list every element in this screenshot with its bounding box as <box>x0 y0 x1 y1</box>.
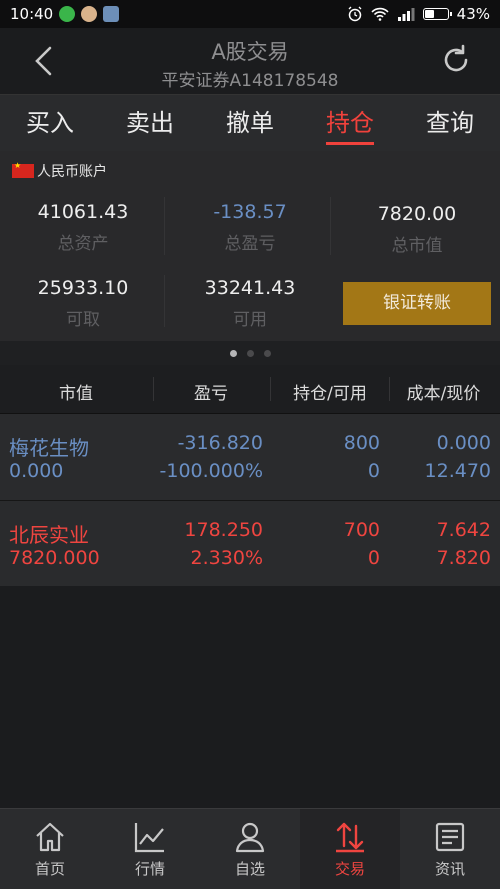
empty-area <box>0 586 500 808</box>
status-time: 10:40 <box>10 5 54 23</box>
header-cost-price: 成本/现价 <box>406 384 481 404</box>
stock-available: 0 <box>367 547 380 569</box>
currency-account-label: 人民币账户 <box>12 161 107 181</box>
account-id: 平安证券A148178548 <box>161 71 339 91</box>
header: A股交易 平安证券A148178548 <box>0 28 500 94</box>
total-pl: -138.57 总盈亏 <box>167 201 333 254</box>
home-icon <box>36 822 64 851</box>
wechat-notification-icon <box>59 6 76 22</box>
tab-buy[interactable]: 买入 <box>0 95 100 151</box>
signal-icon <box>397 8 415 21</box>
positions-table-header: 市值 盈亏 持仓/可用 成本/现价 <box>0 365 500 414</box>
withdrawable-label: 可取 <box>66 310 100 330</box>
account-summary: 人民币账户 41061.43 总资产 -138.57 总盈亏 7820.00 总… <box>0 151 500 341</box>
market-value-label: 总市值 <box>391 236 443 256</box>
divider <box>153 377 154 401</box>
bank-transfer-button[interactable]: 银证转账 <box>343 282 491 325</box>
stock-market-value: 7820.000 <box>9 547 100 569</box>
divider <box>330 197 331 255</box>
tab-positions[interactable]: 持仓 <box>300 95 400 151</box>
table-row[interactable]: 梅花生物 0.000 -316.820 -100.000% 800 0 0.00… <box>0 414 500 501</box>
stock-price: 12.470 <box>424 460 491 482</box>
nav-trade[interactable]: 交易 <box>300 809 400 889</box>
stock-pl: 178.250 <box>184 519 263 541</box>
stock-position: 800 <box>343 432 380 454</box>
stock-position: 700 <box>343 519 380 541</box>
nav-watchlist-label: 自选 <box>234 859 265 878</box>
nav-watchlist[interactable]: 自选 <box>200 809 300 889</box>
wifi-icon <box>371 7 389 21</box>
tab-query[interactable]: 查询 <box>400 95 500 151</box>
page-dot <box>246 349 254 357</box>
stock-market-value: 0.000 <box>9 460 64 482</box>
page-dot <box>263 349 271 357</box>
stock-cost: 7.642 <box>436 519 491 541</box>
total-assets-value: 41061.43 <box>37 201 129 223</box>
stock-cost: 0.000 <box>436 432 491 454</box>
divider <box>164 197 165 255</box>
available-value: 33241.43 <box>204 277 296 299</box>
stock-pl-percent: -100.000% <box>159 460 263 482</box>
stock-name: 北辰实业 <box>9 523 89 547</box>
bottom-nav: 首页 行情 自选 交易 资讯 <box>0 808 500 889</box>
market-value-value: 7820.00 <box>377 203 457 225</box>
nav-home-label: 首页 <box>34 859 65 878</box>
divider <box>270 377 271 401</box>
avatar-notification-icon <box>81 6 98 22</box>
stock-available: 0 <box>367 460 380 482</box>
divider <box>164 275 165 327</box>
total-assets: 41061.43 总资产 <box>0 201 166 254</box>
nav-news-label: 资讯 <box>434 859 465 878</box>
stock-name: 梅花生物 <box>9 436 89 460</box>
header-position-available: 持仓/可用 <box>293 384 367 404</box>
page-dot-active <box>229 349 237 357</box>
stock-price: 7.820 <box>436 547 491 569</box>
withdrawable: 25933.10 可取 <box>0 277 166 330</box>
refresh-icon[interactable] <box>438 42 474 78</box>
battery-percent: 43% <box>456 5 490 23</box>
trade-tabs: 买入 卖出 撤单 持仓 查询 <box>0 94 500 152</box>
nav-trade-label: 交易 <box>334 859 365 878</box>
nav-news[interactable]: 资讯 <box>400 809 500 889</box>
total-assets-label: 总资产 <box>57 234 109 254</box>
divider <box>389 377 390 401</box>
header-pl: 盈亏 <box>194 384 228 404</box>
total-pl-value: -138.57 <box>213 201 287 223</box>
tab-sell[interactable]: 卖出 <box>100 95 200 151</box>
currency-account-text: 人民币账户 <box>37 164 107 180</box>
chart-icon <box>134 822 164 852</box>
news-icon <box>435 822 465 851</box>
header-market-value: 市值 <box>59 384 93 404</box>
total-pl-label: 总盈亏 <box>224 234 276 254</box>
nav-home[interactable]: 首页 <box>0 809 100 889</box>
page-indicator <box>0 341 500 365</box>
page-title: A股交易 <box>211 40 289 64</box>
market-value: 7820.00 总市值 <box>334 203 500 256</box>
available: 33241.43 可用 <box>167 277 333 330</box>
nav-market[interactable]: 行情 <box>100 809 200 889</box>
table-row[interactable]: 北辰实业 7820.000 178.250 2.330% 700 0 7.642… <box>0 501 500 588</box>
china-flag-icon <box>12 161 34 178</box>
app-notification-icon <box>103 6 120 22</box>
stock-pl: -316.820 <box>177 432 263 454</box>
battery-icon <box>422 8 452 20</box>
alarm-icon <box>348 6 362 22</box>
available-label: 可用 <box>233 310 267 330</box>
withdrawable-value: 25933.10 <box>37 277 129 299</box>
stock-pl-percent: 2.330% <box>190 547 263 569</box>
user-icon <box>235 822 265 852</box>
tab-cancel-order[interactable]: 撤单 <box>200 95 300 151</box>
trade-icon <box>336 822 364 852</box>
nav-market-label: 行情 <box>134 859 165 878</box>
status-bar: 10:40 43% <box>0 0 500 28</box>
